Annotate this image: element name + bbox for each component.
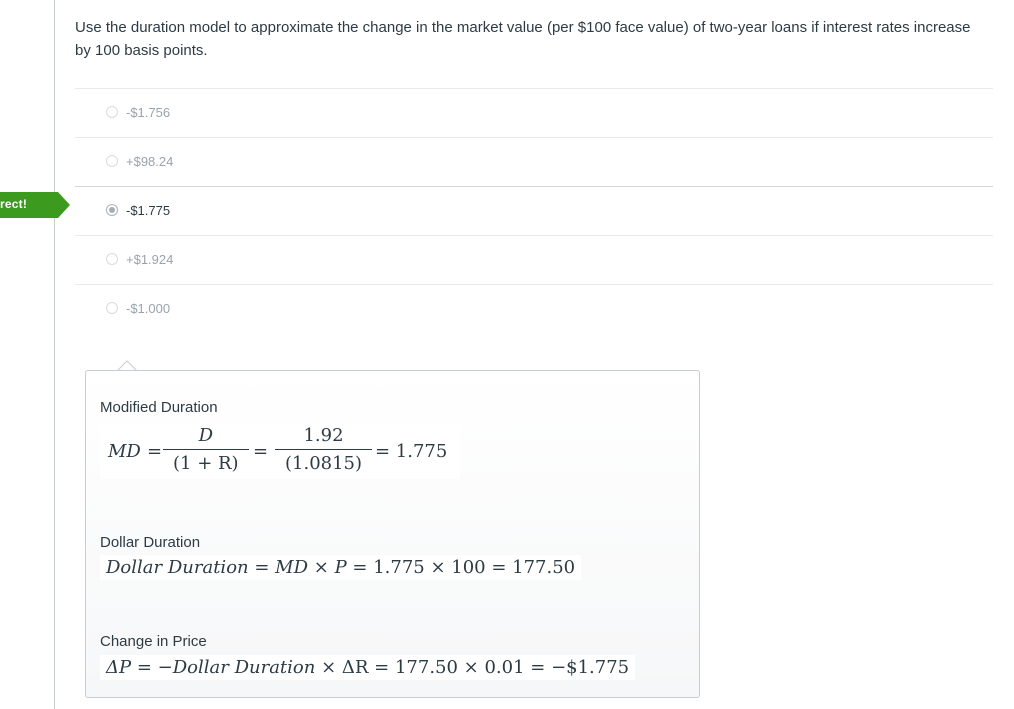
p-term: P	[334, 557, 347, 578]
radio-button[interactable]	[106, 253, 118, 265]
fraction-numeric: 1.92 (1.0815)	[275, 425, 373, 474]
numerator-d: D	[163, 425, 249, 450]
cp-computation: × ΔR = 177.50 × 0.01 = −$1.775	[315, 657, 630, 678]
equals-sign: =	[147, 441, 163, 462]
answer-option[interactable]: -$1.756	[75, 88, 993, 137]
answer-option[interactable]: +$1.924	[75, 235, 993, 284]
change-in-price-title: Change in Price	[100, 633, 207, 650]
answer-list: -$1.756 +$98.24 -$1.775 +$1.924 -$1.000	[75, 88, 993, 333]
correct-answer-flag: rect!	[0, 192, 70, 218]
dollar-duration-term: Dollar Duration	[172, 657, 316, 678]
answer-label: +$98.24	[126, 154, 174, 169]
radio-button-selected[interactable]	[106, 204, 118, 216]
md-result: = 1.775	[375, 441, 448, 462]
delta-p-term: ΔP	[106, 657, 132, 678]
answer-option[interactable]: +$98.24	[75, 137, 993, 186]
modified-duration-title: Modified Duration	[100, 399, 218, 416]
times-sign: ×	[308, 557, 335, 578]
answer-label: -$1.775	[126, 203, 171, 218]
answer-feedback-panel: Modified Duration MD = D (1 + R) = 1.92 …	[85, 370, 700, 698]
answer-label: +$1.924	[126, 252, 174, 267]
correct-label: rect!	[0, 197, 28, 211]
fraction-d-over-1-plus-r: D (1 + R)	[163, 425, 249, 474]
equals-sign: =	[253, 441, 269, 462]
md-symbol: MD	[108, 441, 141, 462]
answer-label: -$1.756	[126, 105, 171, 120]
numerator-value: 1.92	[275, 425, 373, 450]
denominator-1-plus-r: (1 + R)	[173, 453, 239, 474]
dd-eq: =	[248, 557, 276, 578]
dollar-duration-formula: Dollar Duration = MD × P = 1.775 × 100 =…	[100, 555, 582, 580]
answer-label: -$1.000	[126, 301, 171, 316]
radio-button[interactable]	[106, 302, 118, 314]
dollar-duration-title: Dollar Duration	[100, 534, 201, 551]
question-text: Use the duration model to approximate th…	[75, 19, 971, 59]
change-in-price-formula: ΔP = −Dollar Duration × ΔR = 177.50 × 0.…	[100, 655, 636, 680]
denominator-value: (1.0815)	[285, 453, 363, 474]
md-term: MD	[275, 557, 309, 578]
answer-option-selected[interactable]: -$1.775	[75, 186, 993, 235]
answer-option[interactable]: -$1.000	[75, 284, 993, 333]
radio-button[interactable]	[106, 106, 118, 118]
dd-term: Dollar Duration	[106, 557, 249, 578]
radio-button[interactable]	[106, 155, 118, 167]
left-gutter	[0, 0, 55, 709]
dd-computation: = 1.775 × 100 = 177.50	[346, 557, 576, 578]
modified-duration-formula: MD = D (1 + R) = 1.92 (1.0815) = 1.775	[100, 423, 460, 479]
cp-eq: = −	[131, 657, 173, 678]
